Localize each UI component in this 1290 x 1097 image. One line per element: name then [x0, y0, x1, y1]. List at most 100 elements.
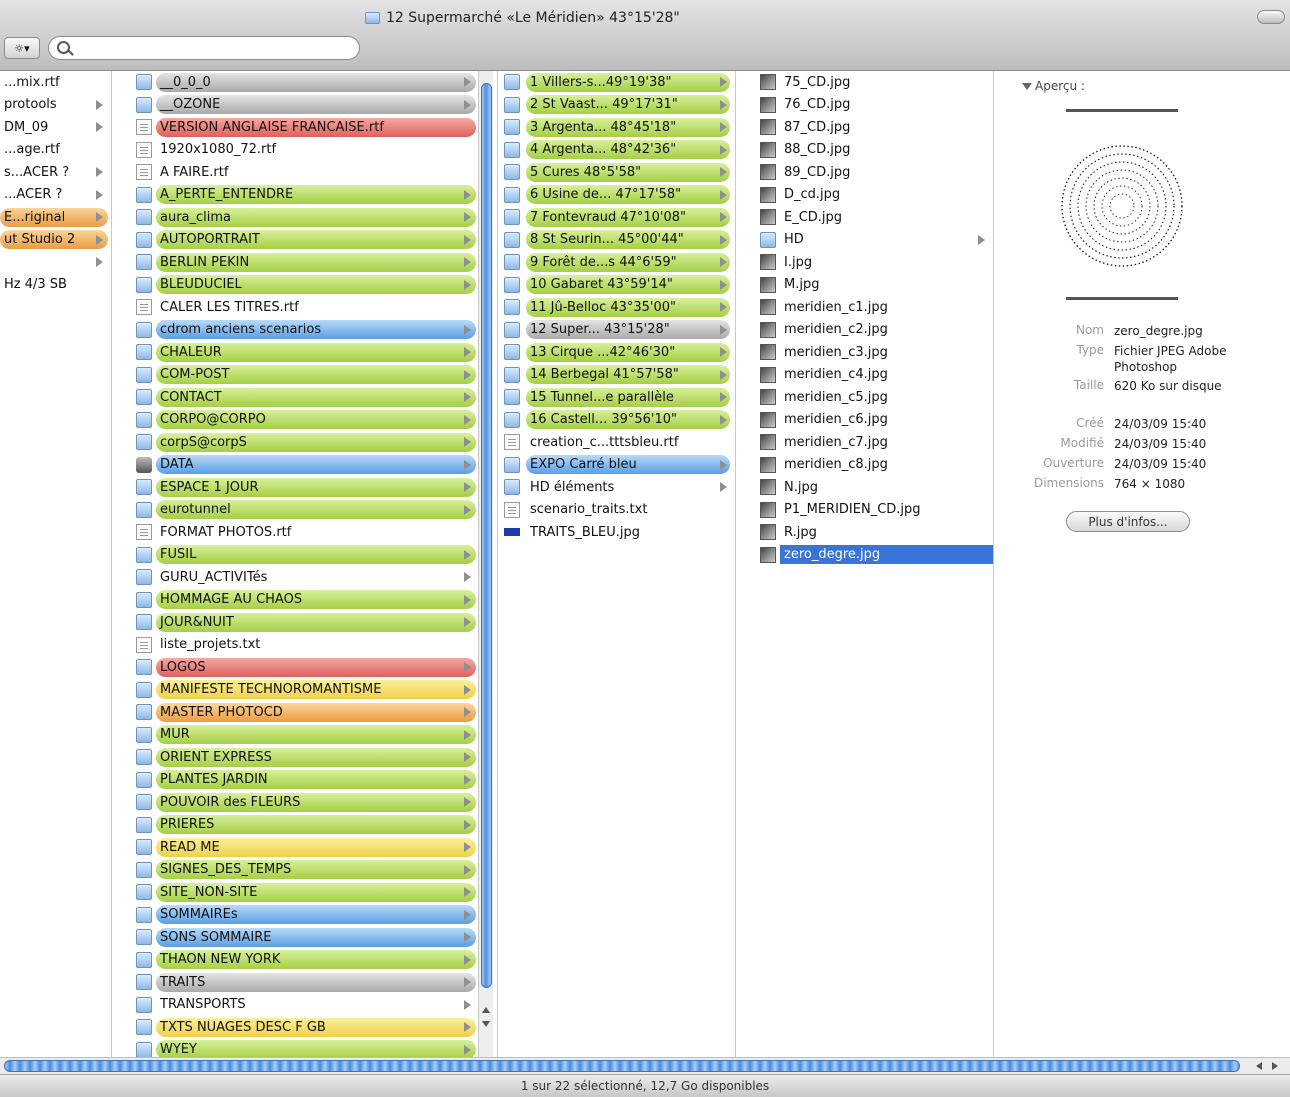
- column-1-row[interactable]: CHALEUR: [112, 341, 497, 364]
- column-2-row[interactable]: 15 Tunnel...e parallèle: [498, 386, 735, 409]
- column-1-row[interactable]: corpS@corpS: [112, 431, 497, 454]
- column-2-row[interactable]: EXPO Carré bleu: [498, 454, 735, 477]
- column-1-row[interactable]: __0_0_0: [112, 71, 497, 94]
- column-2-row[interactable]: scenario_traits.txt: [498, 499, 735, 522]
- column-2-row[interactable]: 11 Jû-Belloc 43°35'00": [498, 296, 735, 319]
- preview-title[interactable]: Aperçu :: [1022, 79, 1085, 93]
- column-2-row[interactable]: 3 Argenta... 48°45'18": [498, 116, 735, 139]
- column-1-row[interactable]: BLEUDUCIEL: [112, 274, 497, 297]
- column-3-row[interactable]: zero_degre.jpg: [736, 544, 993, 567]
- column-1-row[interactable]: ESPACE 1 JOUR: [112, 476, 497, 499]
- column-2-row[interactable]: 13 Cirque ...42°46'30": [498, 341, 735, 364]
- column-3-row[interactable]: meridien_c6.jpg: [736, 409, 993, 432]
- column-3-row[interactable]: meridien_c7.jpg: [736, 431, 993, 454]
- column-1-row[interactable]: __OZONE: [112, 94, 497, 117]
- scroll-right-arrow-icon[interactable]: [1272, 1062, 1278, 1070]
- column-1-row[interactable]: LOGOS: [112, 656, 497, 679]
- column-1-row[interactable]: READ ME: [112, 836, 497, 859]
- scroll-left-arrow-icon[interactable]: [1256, 1062, 1262, 1070]
- horizontal-scroll-thumb[interactable]: [4, 1060, 1240, 1072]
- column-0-row[interactable]: s...ACER ?: [0, 161, 111, 184]
- column-1-row[interactable]: MASTER PHOTOCD: [112, 701, 497, 724]
- column-1-scroll-thumb[interactable]: [481, 83, 492, 988]
- column-0-row[interactable]: E...riginal: [0, 206, 111, 229]
- column-0-row[interactable]: ...age.rtf: [0, 139, 111, 162]
- column-1-row[interactable]: DATA: [112, 454, 497, 477]
- column-3-row[interactable]: 89_CD.jpg: [736, 161, 993, 184]
- column-1-row[interactable]: FUSIL: [112, 544, 497, 567]
- column-1-row[interactable]: 1920x1080_72.rtf: [112, 139, 497, 162]
- column-1-row[interactable]: FORMAT PHOTOS.rtf: [112, 521, 497, 544]
- column-1-row[interactable]: TRAITS: [112, 971, 497, 994]
- column-3-row[interactable]: meridien_c4.jpg: [736, 364, 993, 387]
- column-1-row[interactable]: aura_clima: [112, 206, 497, 229]
- column-0-row[interactable]: ut Studio 2: [0, 229, 111, 252]
- column-3-row[interactable]: M.jpg: [736, 274, 993, 297]
- column-2-row[interactable]: HD éléments: [498, 476, 735, 499]
- column-3-row[interactable]: HD: [736, 229, 993, 252]
- column-3-row[interactable]: 87_CD.jpg: [736, 116, 993, 139]
- column-3-row[interactable]: meridien_c5.jpg: [736, 386, 993, 409]
- column-3-row[interactable]: N.jpg: [736, 476, 993, 499]
- column-1-row[interactable]: CONTACT: [112, 386, 497, 409]
- column-0-row[interactable]: [0, 251, 111, 274]
- scroll-up-arrow-icon[interactable]: [482, 1007, 490, 1013]
- scroll-down-arrow-icon[interactable]: [482, 1021, 490, 1027]
- column-3-row[interactable]: meridien_c2.jpg: [736, 319, 993, 342]
- toolbar-toggle-button[interactable]: [1257, 10, 1285, 24]
- column-1-row[interactable]: A FAIRE.rtf: [112, 161, 497, 184]
- column-2-row[interactable]: 14 Berbegal 41°57'58": [498, 364, 735, 387]
- column-1-row[interactable]: THAON NEW YORK: [112, 949, 497, 972]
- column-3-row[interactable]: I.jpg: [736, 251, 993, 274]
- column-1-row[interactable]: SOMMAIREs: [112, 904, 497, 927]
- column-2-row[interactable]: 2 St Vaast... 49°17'31": [498, 94, 735, 117]
- column-1-row[interactable]: MUR: [112, 724, 497, 747]
- column-1-row[interactable]: VERSION ANGLAISE FRANCAISE.rtf: [112, 116, 497, 139]
- column-0-row[interactable]: ...mix.rtf: [0, 71, 111, 94]
- column-0-row[interactable]: protools: [0, 94, 111, 117]
- column-2-row[interactable]: 12 Super... 43°15'28": [498, 319, 735, 342]
- column-3-row[interactable]: P1_MERIDIEN_CD.jpg: [736, 499, 993, 522]
- column-1-row[interactable]: SITE_NON-SITE: [112, 881, 497, 904]
- column-1-row[interactable]: ORIENT EXPRESS: [112, 746, 497, 769]
- column-1-row[interactable]: PRIERES: [112, 814, 497, 837]
- column-2-row[interactable]: 5 Cures 48°5'58": [498, 161, 735, 184]
- column-3-row[interactable]: R.jpg: [736, 521, 993, 544]
- column-1-row[interactable]: TXTS NUAGES DESC F GB: [112, 1016, 497, 1039]
- column-1-row[interactable]: WYEY: [112, 1039, 497, 1057]
- column-3-row[interactable]: meridien_c1.jpg: [736, 296, 993, 319]
- column-1-row[interactable]: TRANSPORTS: [112, 994, 497, 1017]
- more-info-button[interactable]: Plus d'infos...: [1066, 511, 1190, 532]
- column-1-row[interactable]: CORPO@CORPO: [112, 409, 497, 432]
- search-input[interactable]: [75, 39, 359, 59]
- column-0-row[interactable]: DM_09: [0, 116, 111, 139]
- column-2-row[interactable]: 7 Fontevraud 47°10'08": [498, 206, 735, 229]
- column-3-row[interactable]: meridien_c3.jpg: [736, 341, 993, 364]
- column-3-row[interactable]: 88_CD.jpg: [736, 139, 993, 162]
- column-2-row[interactable]: 1 Villers-s...49°19'38": [498, 71, 735, 94]
- column-3-row[interactable]: E_CD.jpg: [736, 206, 993, 229]
- column-3-row[interactable]: D_cd.jpg: [736, 184, 993, 207]
- column-3-row[interactable]: meridien_c8.jpg: [736, 454, 993, 477]
- column-1-row[interactable]: COM-POST: [112, 364, 497, 387]
- column-2-row[interactable]: 16 Castell... 39°56'10": [498, 409, 735, 432]
- column-2-row[interactable]: 9 Forêt de...s 44°6'59": [498, 251, 735, 274]
- column-1-row[interactable]: BERLIN PEKIN: [112, 251, 497, 274]
- action-menu-button[interactable]: ☼▾: [4, 37, 40, 59]
- column-1-row[interactable]: SONS SOMMAIRE: [112, 926, 497, 949]
- search-field[interactable]: [48, 36, 360, 60]
- column-2-row[interactable]: 6 Usine de... 47°17'58": [498, 184, 735, 207]
- column-2-row[interactable]: 8 St Seurin... 45°00'44": [498, 229, 735, 252]
- column-1-row[interactable]: SIGNES_DES_TEMPS: [112, 859, 497, 882]
- column-1-row[interactable]: GURU_ACTIVITés: [112, 566, 497, 589]
- column-1-scrollbar[interactable]: [478, 71, 493, 1057]
- column-1-row[interactable]: HOMMAGE AU CHAOS: [112, 589, 497, 612]
- column-0-row[interactable]: ...ACER ?: [0, 184, 111, 207]
- column-1-row[interactable]: MANIFESTE TECHNOROMANTISME: [112, 679, 497, 702]
- column-1-row[interactable]: AUTOPORTRAIT: [112, 229, 497, 252]
- column-2-row[interactable]: 10 Gabaret 43°59'14": [498, 274, 735, 297]
- column-2-row[interactable]: TRAITS_BLEU.jpg: [498, 521, 735, 544]
- column-0-row[interactable]: Hz 4/3 SB: [0, 274, 111, 297]
- column-1-row[interactable]: cdrom anciens scenarios: [112, 319, 497, 342]
- column-1-row[interactable]: JOUR&NUIT: [112, 611, 497, 634]
